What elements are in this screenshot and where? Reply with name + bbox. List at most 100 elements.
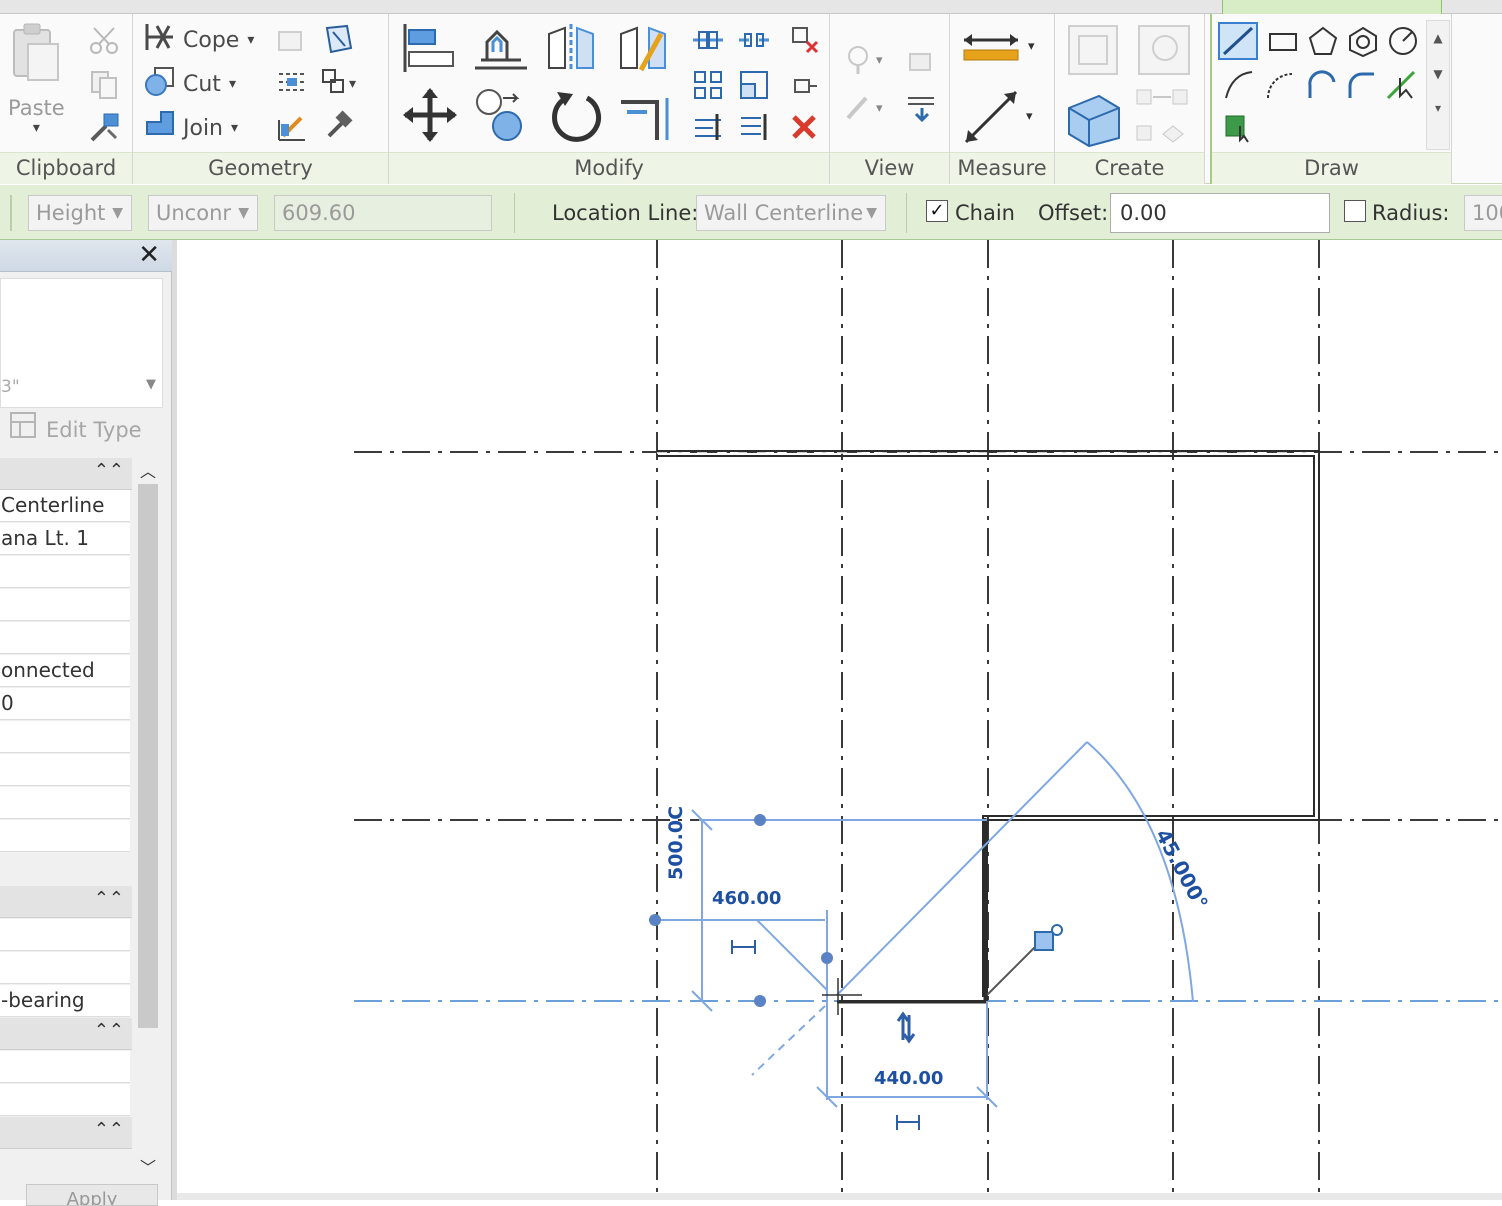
property-row[interactable]: Centerline <box>0 490 130 522</box>
fillet-arc-icon[interactable] <box>1344 68 1378 106</box>
property-row[interactable] <box>0 721 130 753</box>
drag-wall-end-icon[interactable] <box>1034 931 1054 951</box>
close-icon[interactable]: ✕ <box>138 240 160 270</box>
lock-dimension-icon[interactable] <box>896 1115 920 1130</box>
height-value-field[interactable]: 609.60 <box>274 195 492 231</box>
top-constraint-select[interactable]: Unconr ▼ <box>148 195 258 231</box>
offset-icon[interactable] <box>471 22 531 78</box>
split-gap-icon[interactable] <box>737 26 771 58</box>
pick-lines-icon[interactable] <box>1384 68 1418 106</box>
line-icon[interactable] <box>1218 22 1258 60</box>
property-row[interactable] <box>0 820 130 852</box>
dimension-line-diagonal[interactable] <box>756 919 828 991</box>
align-multiple-icon[interactable] <box>737 110 771 148</box>
align-icon[interactable] <box>399 20 459 80</box>
ribbon-tab-strip[interactable] <box>0 0 1502 14</box>
create-assembly-icon[interactable] <box>1133 86 1193 152</box>
pick-faces-icon[interactable] <box>1222 110 1256 148</box>
property-row[interactable] <box>0 787 130 819</box>
property-row[interactable] <box>0 919 130 951</box>
split-element-icon[interactable] <box>691 26 725 58</box>
rectangle-icon[interactable] <box>1266 28 1300 62</box>
gallery-up-icon[interactable]: ▲ <box>1427 31 1449 45</box>
property-row[interactable] <box>0 589 130 621</box>
gallery-down-icon[interactable]: ▼ <box>1427 67 1449 81</box>
property-row[interactable] <box>0 1051 130 1083</box>
height-depth-select[interactable]: Height ▼ <box>28 195 132 231</box>
chevron-down-icon[interactable]: ﹀ <box>134 1154 162 1178</box>
property-row[interactable] <box>0 754 130 786</box>
property-row[interactable]: -bearing <box>0 985 130 1017</box>
group-constraints[interactable]: ⌃⌃ <box>0 458 132 490</box>
radius-input[interactable]: 100 <box>1464 195 1502 231</box>
cope-button[interactable]: Cope ▾ <box>143 20 254 60</box>
center-end-arc-icon[interactable] <box>1264 68 1298 106</box>
property-row[interactable] <box>0 952 130 984</box>
lock-dimension-icon[interactable] <box>731 940 756 954</box>
properties-scrollbar[interactable]: ︿ ﹀ <box>134 458 162 1178</box>
dimension-icon[interactable]: ▾ <box>960 84 1040 154</box>
location-line-select[interactable]: Wall Centerline ▼ <box>696 195 886 231</box>
scroll-thumb[interactable] <box>138 484 158 1028</box>
chevron-up-icon[interactable]: ︿ <box>134 458 162 482</box>
unpin-icon[interactable] <box>787 22 821 60</box>
filter-icon[interactable] <box>904 92 938 126</box>
temp-dimension-vertical[interactable]: 500.0C <box>665 806 687 880</box>
edit-type-button[interactable]: Edit Type <box>8 411 142 448</box>
chain-checkbox[interactable]: ✓ <box>926 200 948 222</box>
pin-icon[interactable] <box>787 68 821 106</box>
scale-icon[interactable] <box>737 68 771 106</box>
type-selector[interactable]: 3" ▼ <box>0 278 163 408</box>
join-button[interactable]: Join ▾ <box>143 108 238 148</box>
copy-element-icon[interactable] <box>473 86 531 148</box>
group-structural[interactable]: ⌃⌃ <box>0 886 132 918</box>
move-icon[interactable] <box>401 86 459 148</box>
tab-modify-place-wall[interactable] <box>1222 0 1442 14</box>
trim-extend-icon[interactable] <box>617 88 677 148</box>
wall-joins-icon[interactable] <box>275 24 307 60</box>
property-row[interactable] <box>0 556 130 588</box>
hide-elements-icon[interactable] <box>904 46 938 80</box>
tangent-arc-icon[interactable] <box>1304 68 1338 106</box>
demolish-icon[interactable] <box>321 22 355 60</box>
hammer-icon[interactable] <box>321 110 355 148</box>
override-graphics-icon[interactable]: ▾ <box>844 44 888 82</box>
property-row[interactable] <box>0 1084 130 1116</box>
linework-icon[interactable]: ▾ <box>844 90 888 128</box>
create-part-icon[interactable] <box>1065 22 1121 82</box>
cut-geometry-button[interactable]: Cut ▾ <box>143 64 236 104</box>
gallery-expand-icon[interactable]: ▾ <box>1427 101 1449 115</box>
grip-dot[interactable] <box>821 952 833 964</box>
group-identity[interactable]: ⌃⌃ <box>0 1117 132 1149</box>
temp-dimension-small[interactable]: 460.00 <box>712 888 781 909</box>
apply-button[interactable]: Apply <box>26 1184 158 1206</box>
drag-wall-end-icon[interactable] <box>1051 924 1063 936</box>
paste-button[interactable]: Paste ▾ <box>8 22 65 136</box>
create-similar-icon[interactable] <box>1063 88 1125 152</box>
measure-icon[interactable]: ▾ <box>962 28 1042 72</box>
split-with-gap-icon[interactable] <box>691 110 725 148</box>
match-properties-icon[interactable] <box>86 110 122 150</box>
temp-dimension-horizontal[interactable]: 440.00 <box>874 1068 943 1089</box>
array-icon[interactable] <box>691 68 725 106</box>
property-row[interactable]: onnected <box>0 655 130 687</box>
mirror-pick-axis-icon[interactable] <box>543 20 599 80</box>
start-end-arc-icon[interactable] <box>1222 68 1256 106</box>
mirror-draw-axis-icon[interactable] <box>615 20 671 80</box>
grip-dot[interactable] <box>754 995 766 1007</box>
drawing-canvas[interactable]: 500.0C 460.00 440.00 45.000° <box>177 240 1502 1195</box>
delete-icon[interactable] <box>789 112 819 146</box>
inscribed-polygon-icon[interactable] <box>1306 24 1340 62</box>
grip-dot[interactable] <box>754 814 766 826</box>
draw-gallery-scroll[interactable]: ▲ ▼ ▾ <box>1426 20 1450 150</box>
copy-icon[interactable] <box>88 68 120 104</box>
scissors-icon[interactable] <box>88 24 120 60</box>
offset-input[interactable]: 0.00 <box>1110 193 1330 233</box>
circumscribed-polygon-icon[interactable] <box>1346 24 1380 62</box>
property-row[interactable]: 0 <box>0 688 130 720</box>
rotate-icon[interactable] <box>547 86 603 148</box>
split-face-icon[interactable] <box>275 66 309 102</box>
create-group-icon[interactable] <box>1135 22 1193 82</box>
group-dimensions[interactable]: ⌃⌃ <box>0 1018 132 1050</box>
circle-icon[interactable] <box>1386 24 1420 62</box>
